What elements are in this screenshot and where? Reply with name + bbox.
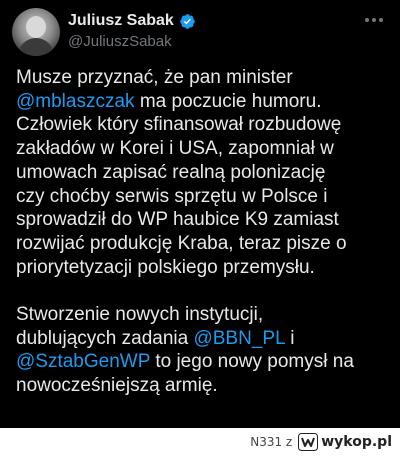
more-options-icon[interactable] bbox=[362, 10, 386, 30]
tweet-text-segment: czy choćby serwis sprzętu w Polsce i bbox=[16, 185, 328, 207]
tweet-text-segment: to jego nowy pomysł na bbox=[150, 351, 354, 373]
avatar-head bbox=[26, 16, 46, 38]
watermark-bar: N331 z wykop.pl bbox=[0, 428, 400, 458]
mention-link[interactable]: @SztabGenWP bbox=[16, 351, 150, 372]
tweet-text-segment: umowach zapisać realną polonizację bbox=[16, 161, 326, 183]
tweet-text-segment: dublujących zadania bbox=[16, 327, 194, 349]
tweet-text-segment: rozwijać produkcję Kraba, teraz pisze o bbox=[16, 232, 347, 254]
tweet-text-segment: ma poczucie humoru. bbox=[134, 90, 322, 112]
tweet-line: Musze przyznać, że pan minister bbox=[16, 66, 392, 90]
author-name[interactable]: Juliusz Sabak bbox=[68, 12, 174, 30]
wykop-logo: wykop.pl bbox=[298, 433, 392, 451]
tweet-line: @mblaszczak ma poczucie humoru. bbox=[16, 90, 392, 114]
tweet-text-segment: zakładów w Korei i USA, zapomniał w bbox=[16, 138, 334, 160]
tweet-line: zakładów w Korei i USA, zapomniał w bbox=[16, 137, 392, 161]
tweet-line: rozwijać produkcję Kraba, teraz pisze o bbox=[16, 232, 392, 256]
author-handle[interactable]: @JuliuszSabak bbox=[68, 33, 172, 50]
tweet-text-segment: i bbox=[284, 327, 295, 349]
verified-badge-icon bbox=[180, 13, 195, 29]
tweet-line: czy choćby serwis sprzętu w Polsce i bbox=[16, 185, 392, 209]
avatar[interactable] bbox=[12, 8, 60, 56]
watermark-user: N331 z bbox=[250, 435, 293, 449]
tweet-line: dublujących zadania @BBN_PL i bbox=[16, 327, 392, 351]
tweet-text-segment: Stworzenie nowych instytucji, bbox=[16, 304, 264, 326]
tweet-text-segment: Musze przyznać, że pan minister bbox=[16, 67, 293, 88]
tweet-text: Musze przyznać, że pan minister @mblaszcz… bbox=[16, 66, 392, 398]
author-name-row: Juliusz Sabak bbox=[68, 12, 196, 30]
avatar-body bbox=[18, 38, 54, 56]
mention-link[interactable]: @mblaszczak bbox=[16, 91, 135, 112]
wykop-logo-icon bbox=[298, 433, 319, 451]
tweet-line: nowocześniejszą armię. bbox=[16, 374, 392, 398]
tweet-card: Juliusz Sabak @JuliuszSabak Musze przyzn… bbox=[0, 0, 400, 428]
tweet-text-segment: nowocześniejszą armię. bbox=[16, 375, 218, 397]
tweet-line: sprowadził do WP haubice K9 zamiast bbox=[16, 208, 392, 232]
tweet-text-segment: Człowiek który sfinansował rozbudowę bbox=[16, 114, 342, 136]
tweet-line: Człowiek który sfinansował rozbudowę bbox=[16, 113, 392, 137]
tweet-line: umowach zapisać realną polonizację bbox=[16, 161, 392, 185]
wykop-logo-text: wykop.pl bbox=[321, 434, 392, 450]
tweet-text-segment: priorytetyzacji polskiego przemysłu. bbox=[16, 256, 315, 278]
tweet-line: priorytetyzacji polskiego przemysłu. bbox=[16, 256, 392, 280]
tweet-text-segment: sprowadził do WP haubice K9 zamiast bbox=[16, 209, 339, 231]
tweet-line: @SztabGenWP to jego nowy pomysł na bbox=[16, 350, 392, 374]
tweet-line: Stworzenie nowych instytucji, bbox=[16, 303, 392, 327]
mention-link[interactable]: @BBN_PL bbox=[193, 328, 284, 349]
